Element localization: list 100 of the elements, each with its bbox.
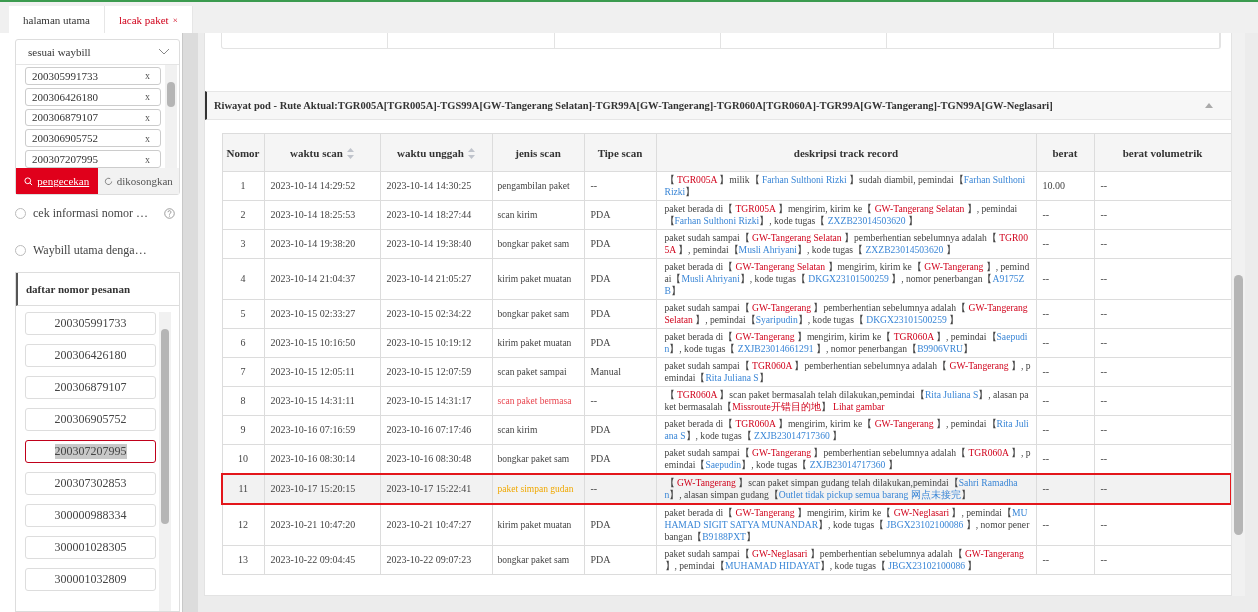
table-cell: -- bbox=[1036, 328, 1094, 358]
column-header: berat volumetrik bbox=[1094, 133, 1231, 172]
order-number-item[interactable]: 200306879107 bbox=[25, 376, 156, 399]
section-header[interactable]: Riwayat pod - Rute Aktual:TGR005A[TGR005A]-TGS99A[GW-Tangerang Selatan]-TGR99A[GW-Tangerang]-TGR060A[TGR060A]-TGR99A[GW-Tangerang]-TGN99A[GW-Neglasari] bbox=[205, 91, 1231, 120]
table-cell: bongkar paket sam bbox=[492, 229, 584, 259]
table-cell: 2023-10-16 07:16:59 bbox=[264, 415, 380, 445]
sort-icon[interactable] bbox=[467, 147, 475, 159]
table-cell: 9 bbox=[222, 415, 264, 445]
column-header: Tipe scan bbox=[584, 133, 656, 172]
waybill-tag[interactable]: 200306426180 x bbox=[25, 87, 161, 106]
table-cell: 2023-10-16 07:17:46 bbox=[380, 415, 492, 445]
table-cell: scan paket bermasa bbox=[492, 386, 584, 416]
tab[interactable]: halaman utama bbox=[9, 6, 105, 33]
table-cell: PDA bbox=[584, 200, 656, 230]
reset-button[interactable]: dikosongkan bbox=[97, 168, 179, 194]
order-number-item[interactable]: 200305991733 bbox=[25, 312, 156, 335]
table-cell: paket berada di【 TGR060A 】mengirim, kirim ke【 GW-Tangerang 】, pemindai【Rita Juliana S】, kode tugas【 ZXJB23014717360 】 bbox=[656, 415, 1036, 445]
table-cell: 2023-10-14 18:27:44 bbox=[380, 200, 492, 230]
table-cell: PDA bbox=[584, 328, 656, 358]
column-header[interactable]: waktu scan bbox=[264, 133, 380, 172]
waybill-tag[interactable]: 200305991733 x bbox=[25, 67, 161, 85]
table-cell: PDA bbox=[584, 415, 656, 445]
table-cell: paket berada di【 GW-Tangerang 】mengirim, kirim ke【 TGR060A 】, pemindai【Saepudin】, kode tugas【 ZXJB23014661291 】, nomor penerbangan【B9906VRU】 bbox=[656, 328, 1036, 358]
table-cell: 3 bbox=[222, 229, 264, 259]
table-cell: -- bbox=[1036, 504, 1094, 546]
refresh-icon bbox=[103, 176, 113, 186]
scrollbar[interactable] bbox=[159, 312, 171, 611]
scrollbar[interactable] bbox=[1232, 33, 1245, 596]
waybill-tag[interactable]: 200306905752 x bbox=[25, 129, 161, 148]
table-cell: 12 bbox=[222, 504, 264, 546]
table-cell: PDA bbox=[584, 258, 656, 300]
search-icon bbox=[24, 176, 34, 186]
table-cell: 2023-10-15 12:07:59 bbox=[380, 357, 492, 387]
table-cell: paket sudah sampai【 GW-Neglasari 】pemberhentian sebelumnya adalah【 GW-Tangerang 】, pemindai【MUHAMAD HIDAYAT】, kode tugas【 JBGX23102100086 】 bbox=[656, 545, 1036, 575]
table-cell: 6 bbox=[222, 328, 264, 358]
table-cell: paket sudah sampai【 GW-Tangerang Selatan 】pemberhentian sebelumnya adalah【 TGR005A 】, pemindai【Musli Ahriyani】, kode tugas【 ZXZB23014503620 】 bbox=[656, 229, 1036, 259]
table-cell: 7 bbox=[222, 357, 264, 387]
table-cell: 2023-10-14 18:25:53 bbox=[264, 200, 380, 230]
table-cell: 2023-10-15 02:34:22 bbox=[380, 299, 492, 329]
table-cell: 10.00 bbox=[1036, 171, 1094, 201]
help-icon[interactable] bbox=[164, 208, 175, 219]
table-cell: 2 bbox=[222, 200, 264, 230]
table-cell: -- bbox=[1036, 299, 1094, 329]
table-cell: 2023-10-17 15:22:41 bbox=[380, 474, 492, 504]
table-cell: 8 bbox=[222, 386, 264, 416]
order-number-item[interactable]: 300000988334 bbox=[25, 504, 156, 527]
column-header[interactable]: waktu unggah bbox=[380, 133, 492, 172]
table-cell: 2023-10-15 10:16:50 bbox=[264, 328, 380, 358]
column-header: Nomor bbox=[222, 133, 264, 172]
table-cell: 2023-10-15 10:19:12 bbox=[380, 328, 492, 358]
sort-icon[interactable] bbox=[346, 147, 354, 159]
table-cell: 2023-10-14 19:38:40 bbox=[380, 229, 492, 259]
table-cell: 【 GW-Tangerang 】scan paket simpan gudang telah dilakukan,pemindai【Sahri Ramadhan】, alasan simpan gudang【Outlet tidak pickup semua barang 网点未接完】 bbox=[656, 474, 1036, 504]
table-cell: pengambilan paket bbox=[492, 171, 584, 201]
tab[interactable]: lacak paket × bbox=[104, 6, 193, 33]
order-number-item[interactable]: 300001032809 bbox=[25, 568, 156, 591]
table-cell: 2023-10-14 21:05:27 bbox=[380, 258, 492, 300]
table-cell: 2023-10-15 02:33:27 bbox=[264, 299, 380, 329]
table-cell: paket berada di【 GW-Tangerang Selatan 】mengirim, kirim ke【 GW-Tangerang 】, pemindai【Musli Ahriyani】, kode tugas【 DKGX23101500259 】, nomor penerbangan【A9175ZB】 bbox=[656, 258, 1036, 300]
table-cell: paket simpan gudan bbox=[492, 474, 584, 504]
table-cell: 13 bbox=[222, 545, 264, 575]
table-cell: kirim paket muatan bbox=[492, 328, 584, 358]
order-number-item[interactable]: 200306905752 bbox=[25, 408, 156, 431]
caret-icon[interactable] bbox=[1205, 103, 1213, 108]
waybill-tag[interactable]: 200306879107 x bbox=[25, 108, 161, 127]
order-number-item[interactable]: 300001028305 bbox=[25, 536, 156, 559]
scrollbar[interactable] bbox=[165, 65, 177, 168]
table-cell: paket sudah sampai【 GW-Tangerang 】pemberhentian sebelumnya adalah【 GW-Tangerang Selatan 】, pemindai【Syaripudin】, kode tugas【 DKGX23101500259 】 bbox=[656, 299, 1036, 329]
table-cell: -- bbox=[1036, 357, 1094, 387]
waybill-tag[interactable]: 200307207995 x bbox=[25, 150, 161, 168]
table-cell: -- bbox=[584, 171, 656, 201]
table-cell: PDA bbox=[584, 504, 656, 546]
order-number-item[interactable]: 200307207995 bbox=[25, 440, 156, 463]
chevron-down-icon bbox=[158, 48, 170, 56]
order-number-item[interactable]: 200307302853 bbox=[25, 472, 156, 495]
table-cell: bongkar paket sam bbox=[492, 545, 584, 575]
table-cell: 2023-10-14 14:29:52 bbox=[264, 171, 380, 201]
search-button[interactable]: pengecekan bbox=[16, 168, 98, 194]
table-cell: -- bbox=[1036, 229, 1094, 259]
table-cell: 1 bbox=[222, 171, 264, 201]
table-cell: -- bbox=[1036, 474, 1094, 504]
mode-select[interactable]: sesuai waybill bbox=[16, 40, 179, 65]
table-cell: paket sudah sampai【 TGR060A 】pemberhentian sebelumnya adalah【 GW-Tangerang 】, pemindai【Rita Juliana S】 bbox=[656, 357, 1036, 387]
table-cell: scan kirim bbox=[492, 200, 584, 230]
table-cell: -- bbox=[1036, 258, 1094, 300]
table-cell: -- bbox=[1036, 200, 1094, 230]
option-label: Waybill utama denga… bbox=[33, 243, 147, 258]
table-cell: -- bbox=[584, 474, 656, 504]
order-number-item[interactable]: 200306426180 bbox=[25, 344, 156, 367]
table-cell: 2023-10-15 12:05:11 bbox=[264, 357, 380, 387]
column-header: deskripsi track record bbox=[656, 133, 1036, 172]
section-title: daftar nomor pesanan bbox=[26, 283, 131, 295]
table-cell: 2023-10-21 10:47:20 bbox=[264, 504, 380, 546]
table-cell: 11 bbox=[222, 474, 264, 504]
table-cell: kirim paket muatan bbox=[492, 504, 584, 546]
table-cell: 4 bbox=[222, 258, 264, 300]
table-cell: 2023-10-15 14:31:17 bbox=[380, 386, 492, 416]
table-cell: 2023-10-15 14:31:11 bbox=[264, 386, 380, 416]
option-label: cek informasi nomor … bbox=[33, 206, 148, 221]
splitter-bar[interactable] bbox=[182, 33, 198, 612]
